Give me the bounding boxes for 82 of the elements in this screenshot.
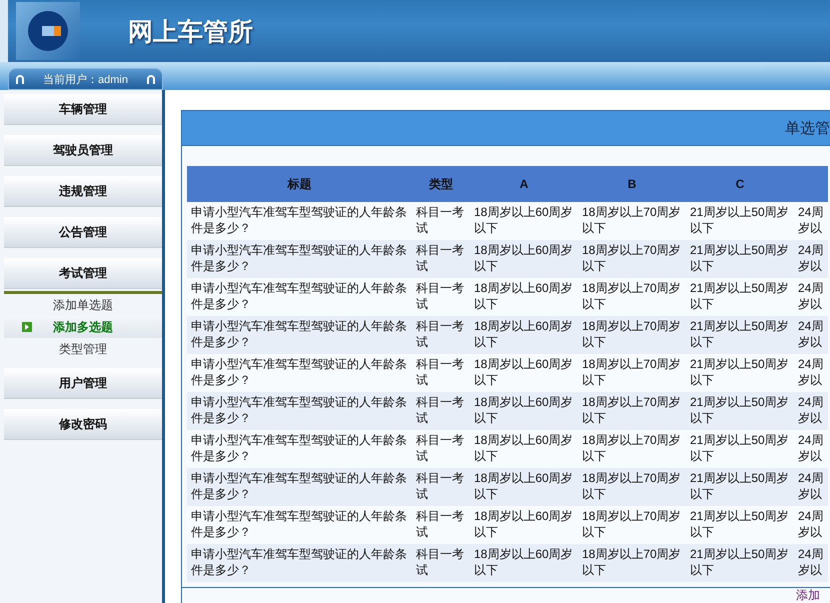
table-cell: 18周岁以上60周岁以下	[470, 354, 578, 392]
table-cell: 21周岁以上50周岁以下	[686, 430, 794, 468]
table-cell: 18周岁以上60周岁以下	[470, 468, 578, 506]
column-header: 类型	[412, 166, 470, 202]
table-cell: 24周岁以	[794, 354, 828, 392]
table-cell: 24周岁以	[794, 240, 828, 278]
hook-icon	[15, 74, 25, 84]
table-cell: 申请小型汽车准驾车型驾驶证的人年龄条件是多少？	[187, 468, 412, 506]
column-header: A	[470, 166, 578, 202]
sidebar-item[interactable]: 公告管理	[4, 217, 162, 248]
logo-icon	[16, 2, 80, 60]
table-cell: 24周岁以	[794, 468, 828, 506]
sidebar-item[interactable]: 考试管理	[4, 258, 162, 289]
sidebar-item[interactable]: 修改密码	[4, 409, 162, 440]
table-cell: 21周岁以上50周岁以下	[686, 468, 794, 506]
table-cell: 24周岁以	[794, 316, 828, 354]
table-cell: 申请小型汽车准驾车型驾驶证的人年龄条件是多少？	[187, 240, 412, 278]
table-cell: 18周岁以上70周岁以下	[578, 544, 686, 582]
current-user-label: 当前用户：admin	[43, 72, 128, 86]
table-cell: 18周岁以上70周岁以下	[578, 392, 686, 430]
table-cell: 科目一考试	[412, 316, 470, 354]
table-cell: 21周岁以上50周岁以下	[686, 316, 794, 354]
table-cell: 18周岁以上70周岁以下	[578, 316, 686, 354]
table-cell: 24周岁以	[794, 392, 828, 430]
table-cell: 24周岁以	[794, 544, 828, 582]
table-cell: 21周岁以上50周岁以下	[686, 202, 794, 240]
table-cell: 科目一考试	[412, 240, 470, 278]
table-cell: 18周岁以上70周岁以下	[578, 506, 686, 544]
table-cell: 18周岁以上60周岁以下	[470, 506, 578, 544]
table-cell: 21周岁以上50周岁以下	[686, 240, 794, 278]
column-header: C	[686, 166, 794, 202]
table-cell: 申请小型汽车准驾车型驾驶证的人年龄条件是多少？	[187, 544, 412, 582]
table-cell: 科目一考试	[412, 278, 470, 316]
table-cell: 科目一考试	[412, 506, 470, 544]
table-cell: 21周岁以上50周岁以下	[686, 506, 794, 544]
table-cell: 18周岁以上70周岁以下	[578, 354, 686, 392]
table-cell: 21周岁以上50周岁以下	[686, 392, 794, 430]
table-cell: 18周岁以上60周岁以下	[470, 392, 578, 430]
table-cell: 申请小型汽车准驾车型驾驶证的人年龄条件是多少？	[187, 354, 412, 392]
table-cell: 申请小型汽车准驾车型驾驶证的人年龄条件是多少？	[187, 506, 412, 544]
table-cell: 科目一考试	[412, 202, 470, 240]
column-header: 标题	[187, 166, 412, 202]
add-link[interactable]: 添加	[796, 587, 820, 603]
table-cell: 18周岁以上70周岁以下	[578, 202, 686, 240]
table-cell: 申请小型汽车准驾车型驾驶证的人年龄条件是多少？	[187, 316, 412, 354]
table-cell: 21周岁以上50周岁以下	[686, 278, 794, 316]
arrow-icon	[22, 322, 32, 332]
table-cell: 申请小型汽车准驾车型驾驶证的人年龄条件是多少？	[187, 430, 412, 468]
submenu-item[interactable]: 添加单选题	[4, 294, 162, 316]
table-cell: 18周岁以上70周岁以下	[578, 240, 686, 278]
table-cell: 科目一考试	[412, 544, 470, 582]
submenu-item[interactable]: 类型管理	[4, 338, 162, 360]
sidebar-item[interactable]: 违规管理	[4, 176, 162, 207]
table-cell: 18周岁以上70周岁以下	[578, 278, 686, 316]
table-cell: 24周岁以	[794, 506, 828, 544]
table-cell: 18周岁以上60周岁以下	[470, 430, 578, 468]
table-cell: 科目一考试	[412, 430, 470, 468]
table-cell: 18周岁以上60周岁以下	[470, 240, 578, 278]
sidebar-item[interactable]: 驾驶员管理	[4, 135, 162, 166]
table-cell: 18周岁以上60周岁以下	[470, 202, 578, 240]
table-cell: 24周岁以	[794, 202, 828, 240]
panel-title: 单选管	[785, 118, 830, 138]
table-cell: 18周岁以上60周岁以下	[470, 278, 578, 316]
table-cell: 24周岁以	[794, 278, 828, 316]
sidebar-item[interactable]: 用户管理	[4, 368, 162, 399]
sidebar-item[interactable]: 车辆管理	[4, 94, 162, 125]
site-title: 网上车管所	[128, 16, 253, 48]
table-cell: 18周岁以上70周岁以下	[578, 468, 686, 506]
table-cell: 18周岁以上60周岁以下	[470, 316, 578, 354]
table-cell: 21周岁以上50周岁以下	[686, 544, 794, 582]
table-cell: 18周岁以上70周岁以下	[578, 430, 686, 468]
table-cell: 24周岁以	[794, 430, 828, 468]
table-cell: 科目一考试	[412, 354, 470, 392]
table-cell: 申请小型汽车准驾车型驾驶证的人年龄条件是多少？	[187, 202, 412, 240]
table-cell: 科目一考试	[412, 468, 470, 506]
column-header: B	[578, 166, 686, 202]
table-cell: 科目一考试	[412, 392, 470, 430]
hook-icon	[146, 74, 156, 84]
table-cell: 申请小型汽车准驾车型驾驶证的人年龄条件是多少？	[187, 278, 412, 316]
table-cell: 21周岁以上50周岁以下	[686, 354, 794, 392]
table-cell: 申请小型汽车准驾车型驾驶证的人年龄条件是多少？	[187, 392, 412, 430]
table-cell: 18周岁以上60周岁以下	[470, 544, 578, 582]
